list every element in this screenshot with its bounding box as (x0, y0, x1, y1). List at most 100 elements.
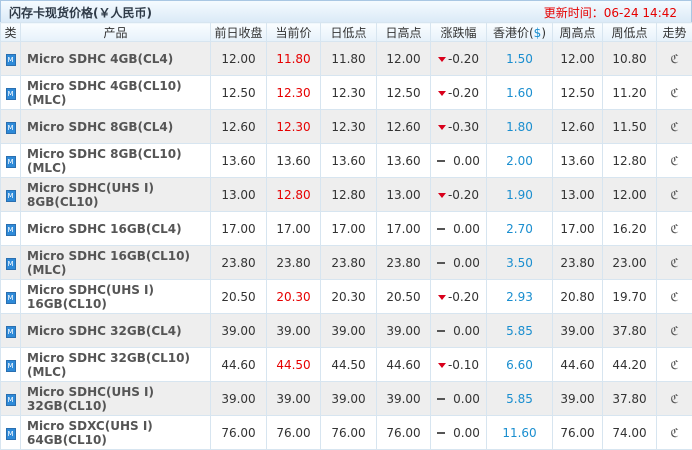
change-cell: 0.00 (431, 144, 487, 178)
change-value: 0.00 (453, 324, 480, 338)
trend-cell[interactable]: ℭ (657, 76, 692, 110)
table-row[interactable]: MMicro SDHC(UHS I) 8GB(CL10)13.0012.8012… (1, 178, 692, 212)
change-value: 0.00 (453, 222, 480, 236)
product-name[interactable]: Micro SDHC(UHS I) 32GB(CL10) (21, 382, 211, 416)
memory-card-icon[interactable]: M (6, 394, 16, 406)
week-low: 37.80 (603, 382, 657, 416)
memory-card-icon[interactable]: M (6, 292, 16, 304)
table-row[interactable]: MMicro SDHC(UHS I) 32GB(CL10)39.0039.003… (1, 382, 692, 416)
table-row[interactable]: MMicro SDHC 16GB(CL10)(MLC)23.8023.8023.… (1, 246, 692, 280)
change-value: 0.00 (453, 154, 480, 168)
col-header: 前日收盘 (211, 23, 267, 42)
product-name[interactable]: Micro SDHC(UHS I) 16GB(CL10) (21, 280, 211, 314)
category-cell[interactable]: M (1, 280, 21, 314)
memory-card-icon[interactable]: M (6, 428, 16, 440)
product-name[interactable]: Micro SDHC 32GB(CL10)(MLC) (21, 348, 211, 382)
price-panel: 闪存卡现货价格(￥人民币) 更新时间：06-24 14:42 类 产品 前日收盘… (0, 0, 692, 449)
table-body: MMicro SDHC 4GB(CL4)12.0011.8011.8012.00… (1, 42, 692, 450)
table-row[interactable]: MMicro SDHC 32GB(CL4)39.0039.0039.0039.0… (1, 314, 692, 348)
memory-card-icon[interactable]: M (6, 156, 16, 168)
week-low: 74.00 (603, 416, 657, 450)
trend-chart-icon[interactable]: ℭ (670, 290, 678, 304)
product-name[interactable]: Micro SDHC 4GB(CL4) (21, 42, 211, 76)
change-cell: 0.00 (431, 382, 487, 416)
trend-cell[interactable]: ℭ (657, 348, 692, 382)
table-row[interactable]: MMicro SDHC 32GB(CL10)(MLC)44.6044.5044.… (1, 348, 692, 382)
change-value: -0.30 (448, 120, 479, 134)
category-cell[interactable]: M (1, 416, 21, 450)
trend-cell[interactable]: ℭ (657, 280, 692, 314)
trend-chart-icon[interactable]: ℭ (670, 188, 678, 202)
current-price: 13.60 (267, 144, 321, 178)
category-cell[interactable]: M (1, 314, 21, 348)
trend-chart-icon[interactable]: ℭ (670, 154, 678, 168)
trend-cell[interactable]: ℭ (657, 110, 692, 144)
change-value: -0.20 (448, 290, 479, 304)
category-cell[interactable]: M (1, 382, 21, 416)
memory-card-icon[interactable]: M (6, 326, 16, 338)
panel-title: 闪存卡现货价格(￥人民币) (9, 4, 152, 21)
memory-card-icon[interactable]: M (6, 360, 16, 372)
product-name[interactable]: Micro SDHC 8GB(CL4) (21, 110, 211, 144)
memory-card-icon[interactable]: M (6, 224, 16, 236)
week-low: 19.70 (603, 280, 657, 314)
trend-chart-icon[interactable]: ℭ (670, 358, 678, 372)
category-cell[interactable]: M (1, 212, 21, 246)
change-value: 0.00 (453, 392, 480, 406)
trend-chart-icon[interactable]: ℭ (670, 392, 678, 406)
trend-cell[interactable]: ℭ (657, 416, 692, 450)
memory-card-icon[interactable]: M (6, 122, 16, 134)
hk-price: 2.93 (487, 280, 553, 314)
week-high: 13.00 (553, 178, 603, 212)
table-row[interactable]: MMicro SDHC 8GB(CL10)(MLC)13.6013.6013.6… (1, 144, 692, 178)
day-low: 17.00 (321, 212, 377, 246)
table-row[interactable]: MMicro SDHC(UHS I) 16GB(CL10)20.5020.302… (1, 280, 692, 314)
current-price: 23.80 (267, 246, 321, 280)
col-header: 日高点 (377, 23, 431, 42)
change-cell: -0.20 (431, 280, 487, 314)
table-row[interactable]: MMicro SDHC 16GB(CL4)17.0017.0017.0017.0… (1, 212, 692, 246)
trend-cell[interactable]: ℭ (657, 212, 692, 246)
category-cell[interactable]: M (1, 110, 21, 144)
category-cell[interactable]: M (1, 178, 21, 212)
trend-chart-icon[interactable]: ℭ (670, 52, 678, 66)
product-name[interactable]: Micro SDHC 16GB(CL4) (21, 212, 211, 246)
product-name[interactable]: Micro SDHC(UHS I) 8GB(CL10) (21, 178, 211, 212)
trend-chart-icon[interactable]: ℭ (670, 426, 678, 440)
product-name[interactable]: Micro SDHC 32GB(CL4) (21, 314, 211, 348)
product-name[interactable]: Micro SDHC 4GB(CL10)(MLC) (21, 76, 211, 110)
trend-cell[interactable]: ℭ (657, 144, 692, 178)
week-low: 16.20 (603, 212, 657, 246)
down-arrow-icon (438, 125, 446, 130)
trend-cell[interactable]: ℭ (657, 246, 692, 280)
memory-card-icon[interactable]: M (6, 190, 16, 202)
category-cell[interactable]: M (1, 246, 21, 280)
trend-chart-icon[interactable]: ℭ (670, 86, 678, 100)
trend-cell[interactable]: ℭ (657, 42, 692, 76)
product-name[interactable]: Micro SDHC 8GB(CL10)(MLC) (21, 144, 211, 178)
trend-cell[interactable]: ℭ (657, 178, 692, 212)
category-cell[interactable]: M (1, 76, 21, 110)
product-name[interactable]: Micro SDHC 16GB(CL10)(MLC) (21, 246, 211, 280)
table-row[interactable]: MMicro SDHC 4GB(CL10)(MLC)12.5012.3012.3… (1, 76, 692, 110)
category-cell[interactable]: M (1, 144, 21, 178)
prev-close: 39.00 (211, 314, 267, 348)
table-row[interactable]: MMicro SDHC 4GB(CL4)12.0011.8011.8012.00… (1, 42, 692, 76)
trend-cell[interactable]: ℭ (657, 382, 692, 416)
memory-card-icon[interactable]: M (6, 54, 16, 66)
memory-card-icon[interactable]: M (6, 88, 16, 100)
table-row[interactable]: MMicro SDXC(UHS I) 64GB(CL10)76.0076.007… (1, 416, 692, 450)
trend-chart-icon[interactable]: ℭ (670, 256, 678, 270)
memory-card-icon[interactable]: M (6, 258, 16, 270)
trend-cell[interactable]: ℭ (657, 314, 692, 348)
category-cell[interactable]: M (1, 348, 21, 382)
trend-chart-icon[interactable]: ℭ (670, 120, 678, 134)
trend-chart-icon[interactable]: ℭ (670, 222, 678, 236)
day-high: 23.80 (377, 246, 431, 280)
product-name[interactable]: Micro SDXC(UHS I) 64GB(CL10) (21, 416, 211, 450)
col-header: 产品 (21, 23, 211, 42)
category-cell[interactable]: M (1, 42, 21, 76)
week-low: 12.00 (603, 178, 657, 212)
table-row[interactable]: MMicro SDHC 8GB(CL4)12.6012.3012.3012.60… (1, 110, 692, 144)
trend-chart-icon[interactable]: ℭ (670, 324, 678, 338)
